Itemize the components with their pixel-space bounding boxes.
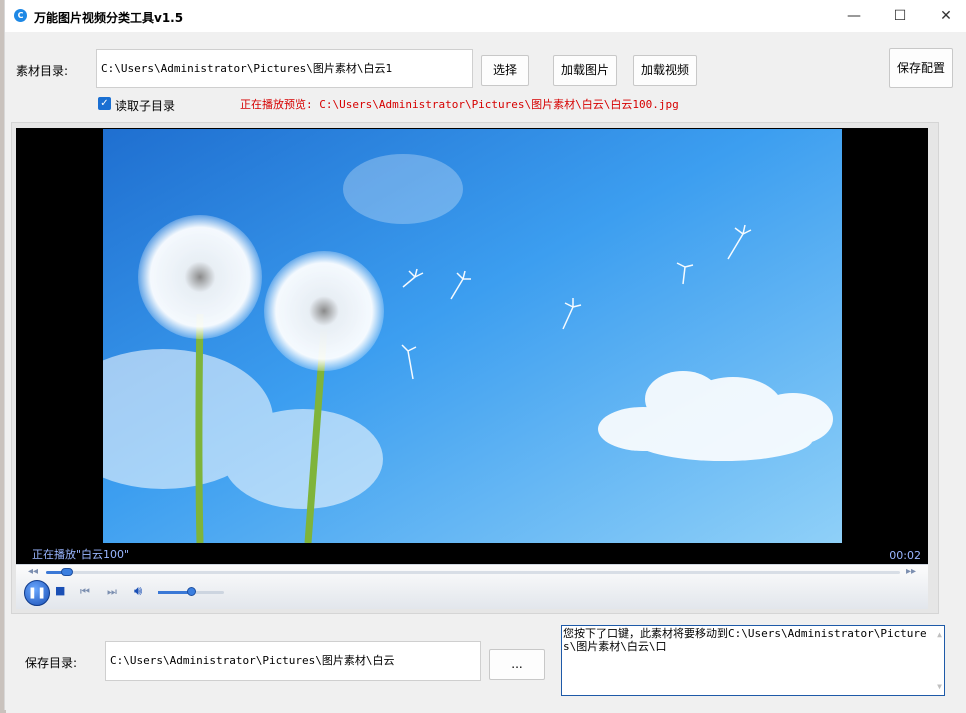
- scroll-down-icon[interactable]: ▼: [937, 680, 942, 693]
- seek-bar[interactable]: [46, 568, 900, 576]
- close-button[interactable]: ✕: [923, 0, 966, 32]
- preview-image: [103, 129, 842, 543]
- scroll-up-icon[interactable]: ▲: [937, 628, 942, 641]
- video-display[interactable]: 正在播放"白云100" 00:02: [16, 128, 928, 564]
- save-dir-label: 保存目录:: [25, 656, 78, 670]
- save-config-button[interactable]: 保存配置: [889, 48, 953, 88]
- now-playing-text: 正在播放预览: C:\Users\Administrator\Pictures\…: [240, 98, 679, 111]
- pause-button[interactable]: ❚❚: [24, 580, 50, 606]
- save-dir-input[interactable]: C:\Users\Administrator\Pictures\图片素材\白云: [105, 641, 481, 681]
- message-textarea[interactable]: 您按下了口键，此素材将要移动到C:\Users\Administrator\Pi…: [561, 625, 945, 696]
- app-logo-icon: C: [14, 9, 27, 22]
- source-dir-label: 素材目录:: [16, 64, 69, 78]
- choose-button[interactable]: 选择: [481, 55, 529, 86]
- read-subdirs-label: 读取子目录: [115, 99, 176, 113]
- source-dir-input[interactable]: C:\Users\Administrator\Pictures\图片素材\白云1: [96, 49, 473, 88]
- window-title: 万能图片视频分类工具v1.5: [34, 11, 184, 25]
- load-videos-button[interactable]: 加载视频: [633, 55, 697, 86]
- volume-slider[interactable]: [158, 587, 224, 596]
- browse-button[interactable]: ...: [489, 649, 545, 680]
- player-status-text: 正在播放"白云100": [32, 548, 130, 561]
- player-controls: ◂◂ ▸▸ ❚❚ ■ ⏮ ⏭ 🔊︎: [16, 564, 928, 609]
- app-window: C 万能图片视频分类工具v1.5 — ☐ ✕ 素材目录: C:\Users\Ad…: [4, 0, 966, 710]
- maximize-button[interactable]: ☐: [877, 0, 923, 32]
- title-bar: C 万能图片视频分类工具v1.5 — ☐ ✕: [5, 0, 966, 32]
- message-text: 您按下了口键，此素材将要移动到C:\Users\Administrator\Pi…: [563, 627, 927, 653]
- volume-icon[interactable]: 🔊︎: [134, 584, 142, 599]
- read-subdirs-checkbox[interactable]: ✓: [98, 97, 111, 110]
- load-images-button[interactable]: 加载图片: [553, 55, 617, 86]
- next-icon[interactable]: ⏭: [107, 585, 117, 599]
- seek-handle[interactable]: [61, 568, 74, 576]
- stop-icon[interactable]: ■: [55, 584, 65, 597]
- player-time-text: 00:02: [889, 549, 921, 562]
- seek-forward-icon[interactable]: ▸▸: [906, 566, 916, 577]
- seek-back-icon[interactable]: ◂◂: [28, 566, 38, 577]
- volume-handle[interactable]: [187, 587, 196, 596]
- minimize-button[interactable]: —: [831, 0, 877, 32]
- previous-icon[interactable]: ⏮: [80, 585, 90, 599]
